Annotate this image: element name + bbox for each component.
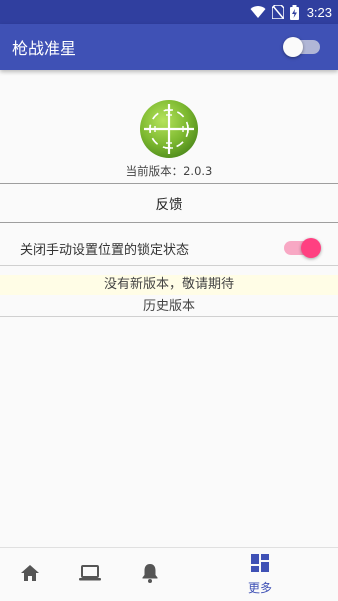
nav-more-label: 更多 (247, 581, 272, 595)
divider (0, 316, 338, 317)
lock-setting-row[interactable]: 关闭手动设置位置的锁定状态 (0, 230, 338, 266)
app-bar: 枪战准星 (0, 24, 338, 70)
app-bar-toggle[interactable] (283, 37, 320, 57)
status-bar: 3:23 (0, 0, 338, 24)
nav-devices[interactable] (70, 548, 110, 601)
battery-charging-icon (289, 4, 299, 20)
nav-home[interactable] (10, 548, 50, 601)
status-time: 3:23 (306, 4, 332, 20)
nav-more[interactable]: 更多 (240, 548, 280, 601)
divider (0, 222, 338, 223)
bell-icon (141, 563, 159, 587)
no-sim-icon (271, 5, 284, 19)
nav-notifications[interactable] (130, 548, 170, 601)
crosshair-icon (138, 98, 200, 160)
toggle-knob (301, 238, 321, 258)
feedback-button[interactable]: 反馈 (0, 184, 338, 222)
version-text: 当前版本：2.0.3 (125, 164, 213, 178)
home-icon (20, 564, 40, 586)
lock-setting-toggle[interactable] (284, 238, 321, 258)
update-notice: 没有新版本，敬请期待 (0, 275, 338, 295)
wifi-icon (250, 5, 266, 19)
app-title: 枪战准星 (12, 41, 77, 58)
toggle-knob (283, 37, 303, 57)
feedback-label: 反馈 (155, 197, 183, 213)
bottom-nav: 更多 (0, 547, 338, 601)
dashboard-icon (250, 553, 270, 577)
laptop-icon (79, 564, 101, 586)
divider (0, 265, 338, 266)
lock-setting-label: 关闭手动设置位置的锁定状态 (20, 242, 190, 258)
history-versions-link[interactable]: 历史版本 (0, 298, 338, 316)
